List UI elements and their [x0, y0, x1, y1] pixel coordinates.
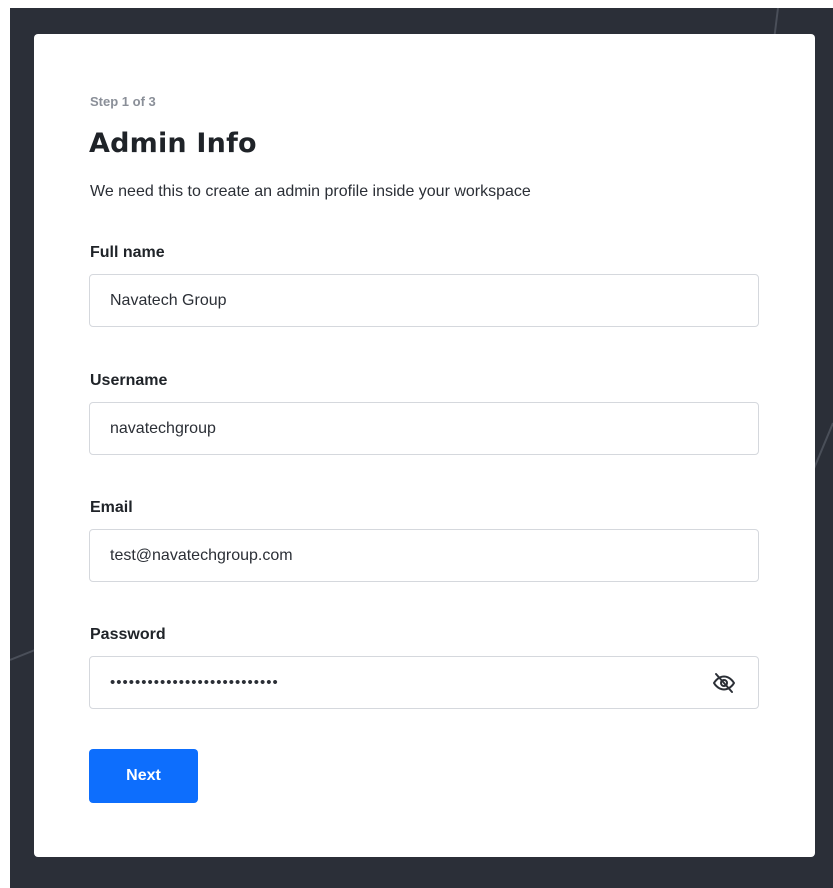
password-label: Password	[90, 626, 166, 643]
email-input[interactable]	[110, 530, 710, 581]
email-label: Email	[90, 499, 133, 516]
step-indicator: Step 1 of 3	[90, 94, 156, 109]
page-title: Admin Info	[89, 128, 257, 159]
full-name-input[interactable]	[110, 275, 710, 326]
full-name-field-box	[89, 274, 759, 327]
password-field-box	[89, 656, 759, 709]
email-field-box	[89, 529, 759, 582]
next-button[interactable]: Next	[89, 749, 198, 803]
password-input[interactable]	[110, 657, 690, 708]
username-field-box	[89, 402, 759, 455]
username-input[interactable]	[110, 403, 710, 454]
page-subtitle: We need this to create an admin profile …	[90, 183, 531, 200]
eye-off-icon[interactable]	[712, 671, 736, 695]
username-label: Username	[90, 372, 168, 389]
admin-info-card: Step 1 of 3 Admin Info We need this to c…	[34, 34, 815, 857]
full-name-label: Full name	[90, 244, 165, 261]
